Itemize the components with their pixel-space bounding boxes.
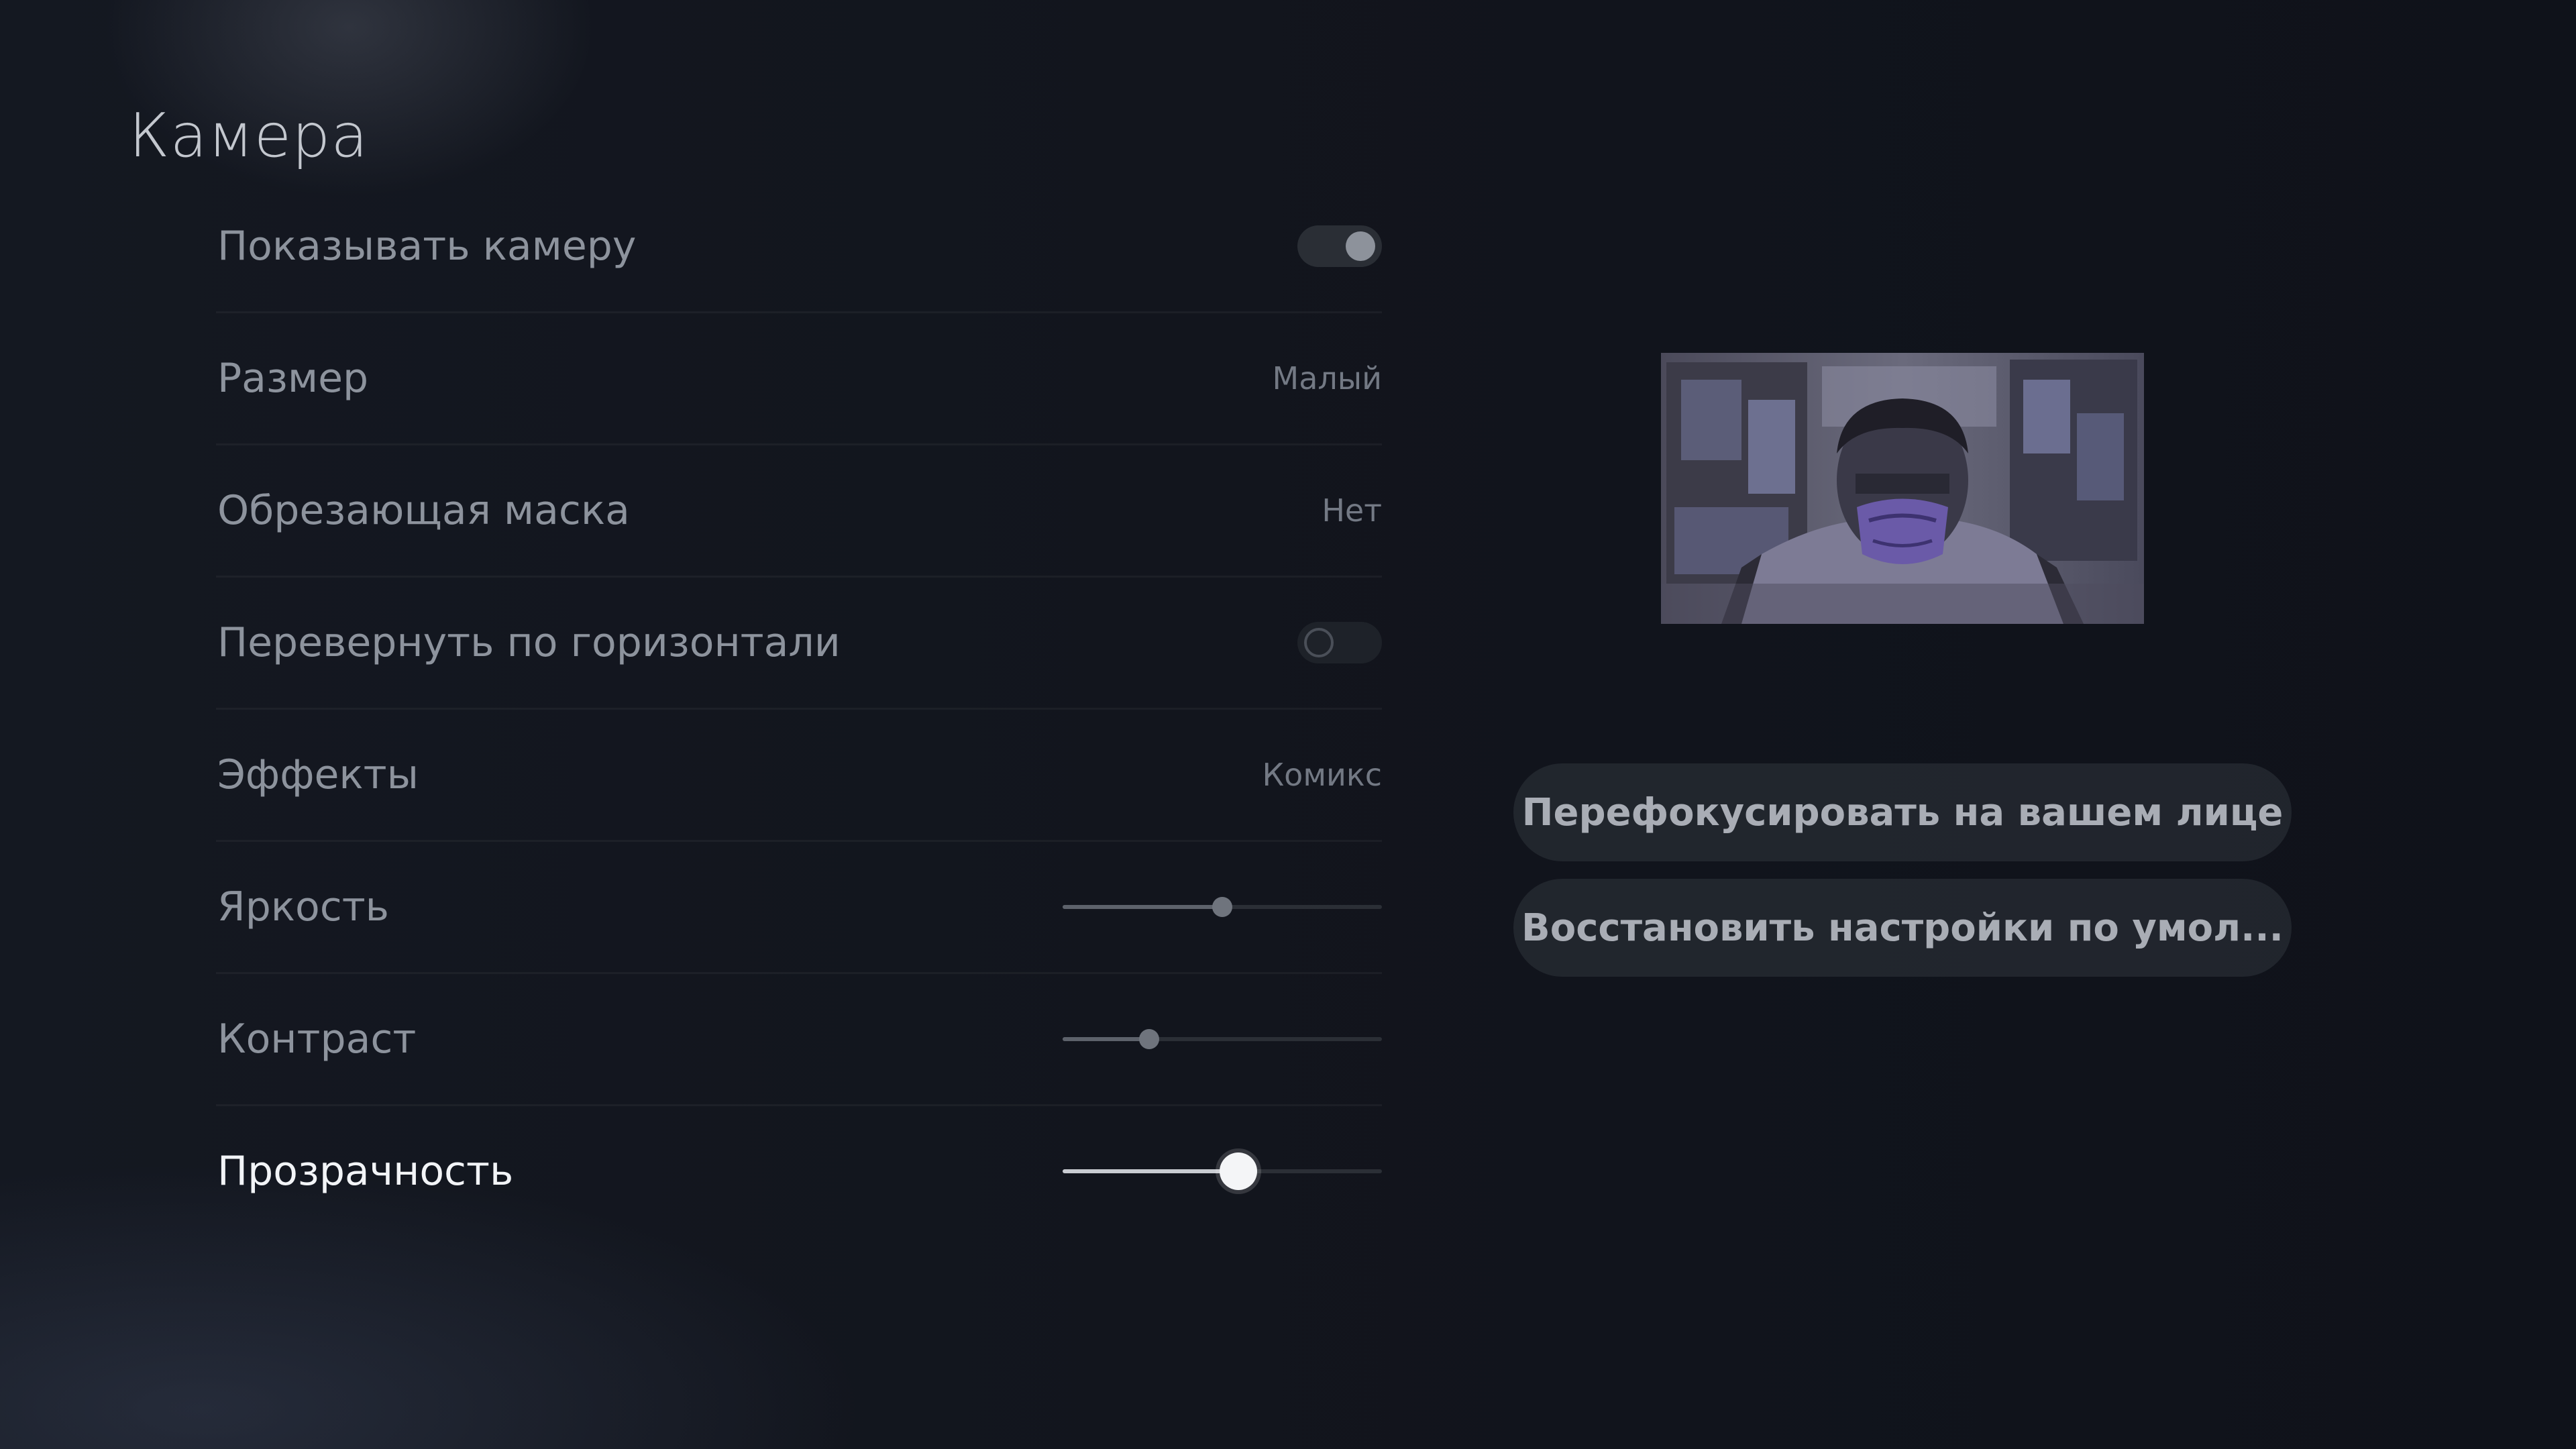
slider-thumb[interactable]	[1219, 1152, 1257, 1190]
contrast-slider[interactable]	[1063, 1029, 1382, 1049]
setting-brightness[interactable]: Яркость	[216, 842, 1382, 974]
setting-size[interactable]: Размер Малый	[216, 313, 1382, 445]
setting-effects[interactable]: Эффекты Комикс	[216, 710, 1382, 842]
setting-contrast[interactable]: Контраст	[216, 974, 1382, 1106]
show-camera-toggle[interactable]	[1297, 225, 1382, 267]
effects-value: Комикс	[1262, 757, 1382, 793]
setting-label: Обрезающая маска	[217, 487, 630, 534]
toggle-knob	[1346, 231, 1375, 261]
setting-label: Размер	[217, 355, 369, 402]
camera-preview	[1661, 353, 2144, 624]
flip-horizontal-toggle[interactable]	[1297, 622, 1382, 663]
setting-label: Контраст	[217, 1016, 417, 1063]
brightness-slider[interactable]	[1063, 897, 1382, 917]
page-title: Камера	[129, 101, 369, 171]
transparency-slider[interactable]	[1063, 1152, 1382, 1190]
setting-flip-horizontal[interactable]: Перевернуть по горизонтали	[216, 578, 1382, 710]
size-value: Малый	[1272, 360, 1383, 396]
slider-fill	[1063, 1037, 1149, 1041]
slider-thumb[interactable]	[1138, 1029, 1159, 1049]
refocus-face-button[interactable]: Перефокусировать на вашем лице	[1513, 763, 2292, 861]
setting-label: Яркость	[217, 883, 390, 930]
settings-list: Показывать камеру Размер Малый Обрезающа…	[216, 181, 1382, 1236]
slider-fill	[1063, 905, 1222, 909]
setting-label: Показывать камеру	[217, 223, 637, 270]
reset-defaults-button[interactable]: Восстановить настройки по умол...	[1513, 879, 2292, 977]
setting-show-camera[interactable]: Показывать камеру	[216, 181, 1382, 313]
crop-mask-value: Нет	[1322, 492, 1382, 529]
setting-label: Прозрачность	[217, 1148, 514, 1195]
setting-label: Эффекты	[217, 751, 419, 798]
slider-thumb[interactable]	[1212, 897, 1232, 917]
setting-transparency[interactable]: Прозрачность	[216, 1106, 1382, 1236]
camera-feed-image	[1661, 353, 2144, 624]
setting-label: Перевернуть по горизонтали	[217, 619, 841, 666]
slider-fill	[1063, 1169, 1238, 1173]
toggle-knob	[1304, 628, 1334, 657]
setting-crop-mask[interactable]: Обрезающая маска Нет	[216, 445, 1382, 578]
